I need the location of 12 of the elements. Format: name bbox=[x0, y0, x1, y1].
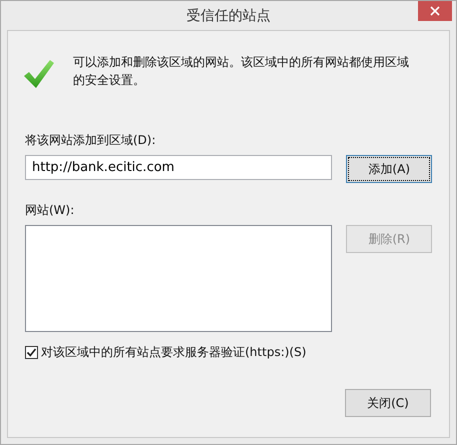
checkbox[interactable] bbox=[25, 346, 38, 359]
close-icon[interactable] bbox=[418, 1, 452, 21]
close-button[interactable]: 关闭(C) bbox=[345, 389, 431, 417]
website-list[interactable] bbox=[25, 225, 332, 332]
checkmark-icon bbox=[23, 59, 55, 89]
field-label: 将该网站添加到区域(D): bbox=[25, 132, 157, 149]
window-title: 受信任的站点 bbox=[186, 6, 270, 24]
info-text: 可以添加和删除该区域的网站。该区域中的所有网站都使用区域的安全设置。 bbox=[73, 54, 410, 89]
list-label: 网站(W): bbox=[25, 202, 76, 219]
add-button[interactable]: 添加(A) bbox=[346, 155, 432, 183]
checkbox-label: 对该区域中的所有站点要求服务器验证(https:)(S) bbox=[41, 344, 306, 361]
website-field[interactable]: http://bank.ecitic.com bbox=[25, 155, 332, 180]
